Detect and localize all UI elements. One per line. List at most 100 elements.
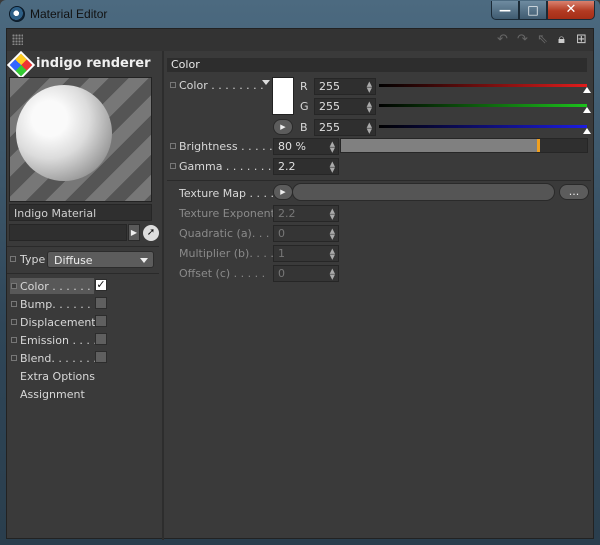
window-title: Material Editor bbox=[30, 7, 108, 21]
spinner-icon[interactable]: ▲ ▼ bbox=[367, 81, 372, 94]
channel-color-checkbox[interactable]: ✓ bbox=[95, 279, 107, 291]
channel-bullet-icon bbox=[11, 319, 17, 325]
quadratic-input[interactable]: 0 ▲ ▼ bbox=[273, 225, 339, 242]
channel-emission[interactable]: Emission . . . . bbox=[20, 334, 97, 347]
texture-browse-button[interactable]: ... bbox=[559, 184, 589, 200]
spinner-icon[interactable]: ▲ ▼ bbox=[330, 228, 335, 241]
toolbar: ↶ ↷ ⇖ 🔒︎ ⊞ bbox=[7, 29, 593, 51]
app-icon bbox=[9, 6, 25, 22]
assignment-item[interactable]: Assignment bbox=[20, 388, 85, 401]
spinner-icon[interactable]: ▲ ▼ bbox=[330, 268, 335, 281]
b-slider[interactable] bbox=[379, 125, 587, 128]
channel-bump-checkbox[interactable] bbox=[95, 297, 107, 309]
r-label: R bbox=[300, 80, 308, 93]
divider bbox=[7, 246, 159, 247]
divider bbox=[167, 180, 591, 181]
channel-blend-checkbox[interactable] bbox=[95, 351, 107, 363]
editor-content: ↶ ↷ ⇖ 🔒︎ ⊞ indigo renderer Indigo Materi… bbox=[6, 28, 594, 540]
color-label: Color . . . . . . . . bbox=[179, 79, 264, 92]
lock-icon[interactable]: 🔒︎ bbox=[558, 32, 565, 47]
channel-bump[interactable]: Bump. . . . . . . bbox=[20, 298, 98, 311]
new-window-icon[interactable]: ⊞ bbox=[576, 32, 587, 47]
minimize-button[interactable]: — bbox=[491, 1, 519, 20]
spinner-icon[interactable]: ▲ ▼ bbox=[330, 161, 335, 174]
texture-exponent-value: 2.2 bbox=[278, 207, 296, 220]
channel-bullet-icon bbox=[11, 283, 17, 289]
pick-cursor-icon[interactable]: ➚ bbox=[143, 225, 159, 241]
quadratic-value: 0 bbox=[278, 227, 285, 240]
g-slider-handle[interactable] bbox=[583, 107, 591, 113]
offset-input[interactable]: 0 ▲ ▼ bbox=[273, 265, 339, 282]
spinner-icon[interactable]: ▲ ▼ bbox=[330, 208, 335, 221]
preview-sphere bbox=[16, 85, 112, 181]
b-slider-handle[interactable] bbox=[583, 128, 591, 134]
g-label: G bbox=[300, 100, 309, 113]
multiplier-label: Multiplier (b). . . . bbox=[179, 247, 274, 260]
channel-emission-checkbox[interactable] bbox=[95, 333, 107, 345]
maximize-button[interactable]: □ bbox=[519, 1, 547, 20]
color-mode-button[interactable]: ▶ bbox=[273, 119, 293, 135]
texture-map-slot[interactable] bbox=[292, 183, 555, 201]
texture-menu-button[interactable]: ▶ bbox=[273, 184, 293, 200]
extra-options-item[interactable]: Extra Options bbox=[20, 370, 95, 383]
multiplier-value: 1 bbox=[278, 247, 285, 260]
brightness-handle[interactable] bbox=[537, 139, 541, 152]
spinner-icon[interactable]: ▲ ▼ bbox=[367, 122, 372, 135]
channel-color[interactable]: Color . . . . . . . bbox=[20, 280, 98, 293]
brightness-bullet-icon bbox=[170, 143, 176, 149]
g-slider[interactable] bbox=[379, 104, 587, 107]
r-slider-handle[interactable] bbox=[583, 87, 591, 93]
material-name-field[interactable]: Indigo Material bbox=[9, 204, 152, 221]
channel-blend[interactable]: Blend. . . . . . . bbox=[20, 352, 97, 365]
texture-map-label: Texture Map . . . . bbox=[179, 187, 274, 200]
offset-label: Offset (c) . . . . . bbox=[179, 267, 266, 280]
color-bullet-icon bbox=[170, 82, 176, 88]
offset-value: 0 bbox=[278, 267, 285, 280]
channel-displacement-checkbox[interactable] bbox=[95, 315, 107, 327]
r-value: 255 bbox=[319, 80, 340, 93]
chevron-down-icon bbox=[140, 258, 148, 263]
type-bullet-icon bbox=[10, 256, 16, 262]
navigate-icon[interactable]: ⇖ bbox=[537, 32, 548, 47]
texture-exponent-label: Texture Exponent bbox=[179, 207, 275, 220]
forward-arrow-icon[interactable]: ↷ bbox=[517, 32, 528, 47]
grip-icon[interactable] bbox=[12, 34, 23, 45]
b-label: B bbox=[300, 121, 308, 134]
spinner-icon[interactable]: ▲ ▼ bbox=[367, 101, 372, 114]
g-input[interactable]: 255 ▲ ▼ bbox=[314, 98, 376, 115]
material-path-field[interactable] bbox=[9, 224, 127, 241]
b-input[interactable]: 255 ▲ ▼ bbox=[314, 119, 376, 136]
r-input[interactable]: 255 ▲ ▼ bbox=[314, 78, 376, 95]
spinner-icon[interactable]: ▲ ▼ bbox=[330, 248, 335, 261]
channel-bullet-icon bbox=[11, 337, 17, 343]
back-arrow-icon[interactable]: ↶ bbox=[497, 32, 508, 47]
channel-displacement[interactable]: Displacement bbox=[20, 316, 96, 329]
gamma-value: 2.2 bbox=[278, 160, 296, 173]
renderer-title: indigo renderer bbox=[36, 56, 151, 71]
multiplier-input[interactable]: 1 ▲ ▼ bbox=[273, 245, 339, 262]
gamma-bullet-icon bbox=[170, 163, 176, 169]
color-swatch[interactable] bbox=[272, 77, 294, 115]
section-title: Color bbox=[167, 58, 587, 72]
pane-divider[interactable] bbox=[162, 51, 164, 540]
close-button[interactable]: ✕ bbox=[547, 1, 595, 20]
brightness-input[interactable]: 80 % ▲ ▼ bbox=[273, 138, 339, 155]
type-dropdown[interactable]: Diffuse bbox=[47, 251, 154, 268]
brightness-slider[interactable] bbox=[340, 138, 588, 153]
path-arrow-button[interactable]: ▶ bbox=[128, 224, 140, 241]
material-preview[interactable] bbox=[9, 77, 152, 202]
texture-exponent-input[interactable]: 2.2 ▲ ▼ bbox=[273, 205, 339, 222]
quadratic-label: Quadratic (a). . . . bbox=[179, 227, 277, 240]
b-value: 255 bbox=[319, 121, 340, 134]
color-menu-icon[interactable] bbox=[262, 80, 270, 85]
indigo-logo-icon bbox=[6, 50, 36, 80]
gamma-input[interactable]: 2.2 ▲ ▼ bbox=[273, 158, 339, 175]
spinner-icon[interactable]: ▲ ▼ bbox=[330, 141, 335, 154]
gamma-label: Gamma . . . . . . . . bbox=[179, 160, 279, 173]
r-slider[interactable] bbox=[379, 84, 587, 87]
divider bbox=[7, 273, 159, 274]
brightness-label: Brightness . . . . . bbox=[179, 140, 273, 153]
title-bar[interactable]: Material Editor — □ ✕ bbox=[0, 0, 600, 28]
brightness-fill bbox=[341, 139, 540, 152]
channel-bullet-icon bbox=[11, 355, 17, 361]
